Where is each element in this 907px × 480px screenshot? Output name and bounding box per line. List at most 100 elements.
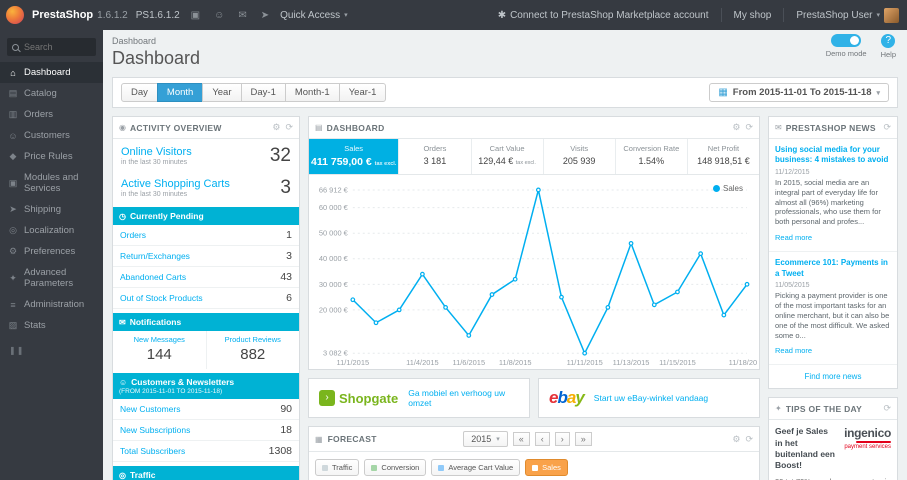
sidebar-item-advanced-parameters[interactable]: ✦ Advanced Parameters xyxy=(0,262,103,294)
right-column: ✉ PRESTASHOP NEWS ⟳ Using social media f… xyxy=(768,116,898,480)
abandoned-carts-row[interactable]: Abandoned Carts 43 xyxy=(113,267,299,288)
stat-net-profit[interactable]: Net Profit 148 918,51 € xyxy=(688,139,759,174)
svg-text:20 000 €: 20 000 € xyxy=(319,305,349,314)
sidebar-item-customers[interactable]: ☺ Customers xyxy=(0,125,103,146)
shopgate-ad-link[interactable]: Ga mobiel en verhoog uw omzet xyxy=(408,388,519,408)
shop-name-link[interactable]: PS1.6.1.2 xyxy=(136,10,180,21)
out-of-stock-row[interactable]: Out of Stock Products 6 xyxy=(113,288,299,309)
refresh-icon[interactable]: ⟳ xyxy=(883,403,891,414)
read-more-link[interactable]: Read more xyxy=(775,233,812,242)
new-subscriptions-row[interactable]: New Subscriptions 18 xyxy=(113,420,299,441)
stat-sales[interactable]: Sales 411 759,00 € tax excl. xyxy=(309,139,400,174)
forecast-first-button[interactable]: « xyxy=(512,432,530,447)
stat-orders[interactable]: Orders 3 181 xyxy=(399,139,472,174)
find-more-news-link[interactable]: Find more news xyxy=(769,365,897,388)
gear-icon[interactable]: ⚙ xyxy=(272,122,280,133)
forecast-year-select[interactable]: 2015 ▾ xyxy=(463,431,508,448)
dashboard-columns: ◉ ACTIVITY OVERVIEW ⚙ ⟳ Online Visitors i… xyxy=(112,116,898,480)
demo-mode-toggle[interactable] xyxy=(831,34,862,47)
news-article-title-link[interactable]: Using social media for your business: 4 … xyxy=(775,145,891,166)
refresh-icon[interactable]: ⟳ xyxy=(745,434,753,445)
ebay-ad-link[interactable]: Start uw eBay-winkel vandaag xyxy=(594,393,708,403)
orders-notifications-icon[interactable]: ▣ xyxy=(191,10,200,21)
help-icon[interactable]: ? xyxy=(881,34,896,48)
filter-month-1-button[interactable]: Month-1 xyxy=(284,83,340,102)
sales-line-chart: 66 912 € 60 000 € 50 000 € 40 000 € 30 000 €… xyxy=(319,185,757,367)
customers-icon: ☺ xyxy=(8,130,18,141)
sidebar-item-shipping[interactable]: ➤ Shipping xyxy=(0,199,103,220)
pending-returns-row[interactable]: Return/Exchanges 3 xyxy=(113,246,299,267)
quick-access-menu[interactable]: Quick Access ▾ xyxy=(280,10,348,21)
refresh-icon[interactable]: ⟳ xyxy=(883,122,891,133)
sidebar-collapse-button[interactable]: ❚❚ xyxy=(0,336,103,365)
date-range-picker[interactable]: ▦ From 2015-11-01 To 2015-11-18 ▾ xyxy=(709,83,889,102)
stat-cart-value[interactable]: Cart Value 129,44 € tax excl. xyxy=(472,139,544,174)
total-subscribers-row[interactable]: Total Subscribers 1308 xyxy=(113,441,299,462)
ebay-ad-panel[interactable]: ebay Start uw eBay-winkel vandaag xyxy=(538,378,760,419)
page-header: Dashboard Dashboard Demo mode ? Help xyxy=(112,34,898,77)
refresh-icon[interactable]: ⟳ xyxy=(745,122,753,133)
forecast-panel-title: FORECAST xyxy=(327,434,377,445)
sidebar-search xyxy=(7,38,96,56)
svg-text:11/15/2015: 11/15/2015 xyxy=(659,358,696,367)
forecast-legend-sales[interactable]: Sales xyxy=(525,459,568,477)
filter-month-button[interactable]: Month xyxy=(156,83,204,102)
filter-day-1-button[interactable]: Day-1 xyxy=(240,83,286,102)
sidebar-menu: ⌂ Dashboard ▤ Catalog ▥ Orders ☺ Customers ◆… xyxy=(0,62,103,336)
sidebar-item-preferences[interactable]: ⚙ Preferences xyxy=(0,241,103,262)
news-article-title-link[interactable]: Ecommerce 101: Payments in a Tweet xyxy=(775,258,891,279)
user-menu[interactable]: PrestaShop User ▾ xyxy=(796,7,899,23)
online-visitors[interactable]: Online Visitors in the last 30 minutes 3… xyxy=(113,139,299,171)
new-messages[interactable]: New Messages 144 xyxy=(113,331,206,369)
sidebar-item-stats[interactable]: ▨ Stats xyxy=(0,315,103,336)
filter-day-button[interactable]: Day xyxy=(121,83,158,102)
sidebar-item-localization[interactable]: ◎ Localization xyxy=(0,220,103,241)
search-input[interactable] xyxy=(24,42,92,52)
refresh-icon[interactable]: ⟳ xyxy=(285,122,293,133)
product-reviews[interactable]: Product Reviews 882 xyxy=(205,331,300,369)
middle-column: ▤ DASHBOARD ⚙ ⟳ Sales 411 759,00 € tax ex… xyxy=(308,116,760,480)
active-shopping-carts[interactable]: Active Shopping Carts in the last 30 min… xyxy=(113,171,299,203)
gear-icon[interactable]: ⚙ xyxy=(732,122,740,133)
filter-year-1-button[interactable]: Year-1 xyxy=(338,83,387,102)
my-shop-link[interactable]: My shop xyxy=(734,10,772,21)
prestashop-news-panel: ✉ PRESTASHOP NEWS ⟳ Using social media f… xyxy=(768,116,898,390)
forecast-next-button[interactable]: › xyxy=(554,432,570,447)
date-filter-bar: Day Month Year Day-1 Month-1 Year-1 ▦ Fr… xyxy=(112,77,898,108)
stat-conversion-rate[interactable]: Conversion Rate 1.54% xyxy=(616,139,688,174)
sidebar-item-modules[interactable]: ▣ Modules and Services xyxy=(0,167,103,199)
demo-mode-label: Demo mode xyxy=(825,49,867,58)
prestashop-logo-icon[interactable] xyxy=(6,6,24,24)
sidebar-item-price-rules[interactable]: ◆ Price Rules xyxy=(0,146,103,167)
svg-text:11/8/2015: 11/8/2015 xyxy=(499,358,532,367)
shopgate-logo: › Shopgate xyxy=(319,390,398,407)
sidebar-item-orders[interactable]: ▥ Orders xyxy=(0,104,103,125)
marketplace-link[interactable]: ✱ Connect to PrestaShop Marketplace accou… xyxy=(498,10,709,21)
sidebar-item-catalog[interactable]: ▤ Catalog xyxy=(0,83,103,104)
forecast-legend-conversion[interactable]: Conversion xyxy=(364,459,427,477)
gear-icon[interactable]: ⚙ xyxy=(732,434,740,445)
forecast-legend-traffic[interactable]: Traffic xyxy=(315,459,360,477)
stat-visits[interactable]: Visits 205 939 xyxy=(544,139,616,174)
conversion-color-swatch xyxy=(371,464,378,471)
shopgate-ad-panel[interactable]: › Shopgate Ga mobiel en verhoog uw omzet xyxy=(308,378,530,419)
svg-text:50 000 €: 50 000 € xyxy=(319,229,349,238)
new-customers-row[interactable]: New Customers 90 xyxy=(113,399,299,420)
forecast-last-button[interactable]: » xyxy=(574,432,592,447)
chevron-down-icon: ▾ xyxy=(876,89,880,97)
tips-panel-header: ✦ TIPS OF THE DAY ⟳ xyxy=(769,398,897,421)
read-more-link[interactable]: Read more xyxy=(775,346,812,355)
customers-notifications-icon[interactable]: ☺ xyxy=(214,10,224,21)
search-icon xyxy=(12,43,19,51)
forecast-legend-average-cart-value[interactable]: Average Cart Value xyxy=(431,459,521,477)
pending-orders-row[interactable]: Orders 1 xyxy=(113,225,299,246)
sidebar-item-dashboard[interactable]: ⌂ Dashboard xyxy=(0,62,103,83)
messages-notifications-icon[interactable]: ✉ xyxy=(238,10,246,21)
filter-year-button[interactable]: Year xyxy=(202,83,242,102)
forecast-prev-button[interactable]: ‹ xyxy=(534,432,550,447)
merchant-expertise-icon[interactable]: ➤ xyxy=(261,10,269,21)
sidebar-item-administration[interactable]: ≡ Administration xyxy=(0,294,103,315)
date-filter-buttons: Day Month Year Day-1 Month-1 Year-1 xyxy=(121,83,387,102)
chart-legend-sales[interactable]: Sales xyxy=(712,184,743,193)
activity-panel-header: ◉ ACTIVITY OVERVIEW ⚙ ⟳ xyxy=(113,117,299,139)
